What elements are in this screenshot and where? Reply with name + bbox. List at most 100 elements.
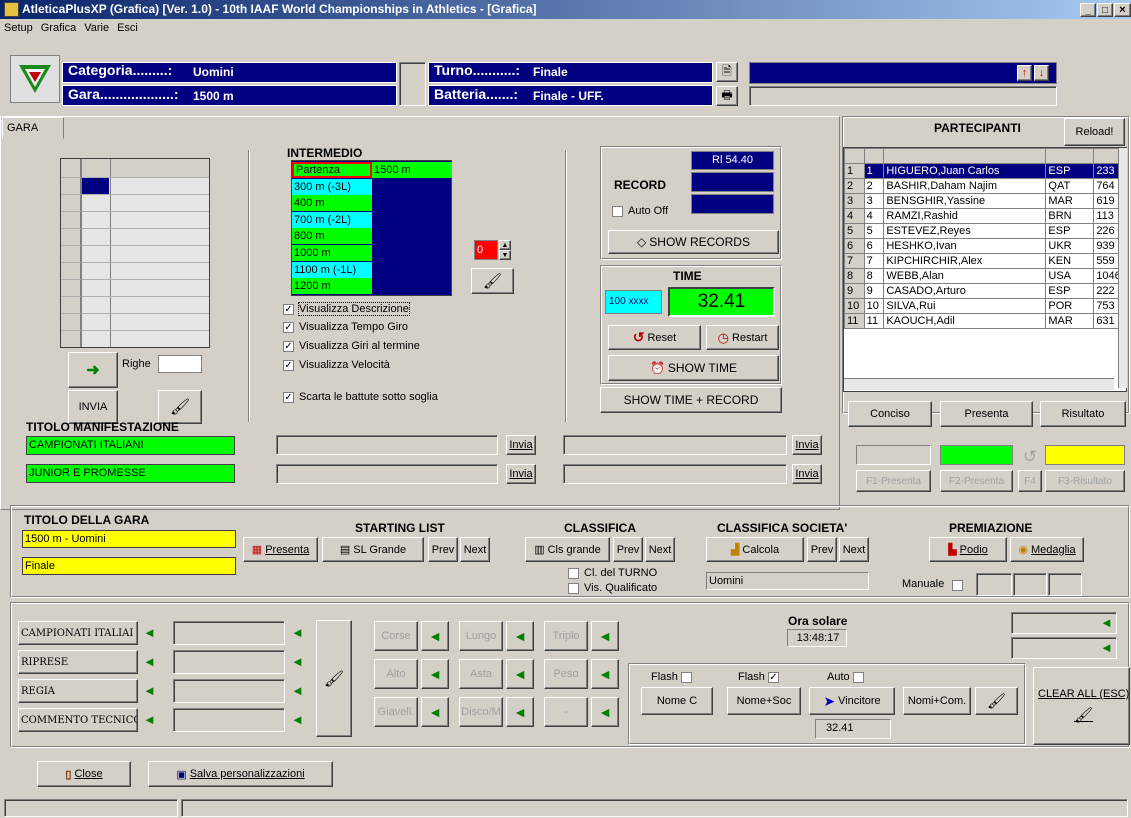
manif-field-4[interactable]	[563, 464, 787, 484]
cl-turno-check[interactable]: Cl. del TURNO	[568, 567, 657, 579]
vis-qual-box[interactable]	[568, 582, 579, 594]
invia-button-1[interactable]: Invia	[506, 435, 536, 455]
event-arrow-icon[interactable]: ◄	[506, 621, 534, 651]
manuale-field-3[interactable]	[1048, 573, 1082, 596]
categoria-value[interactable]: Uomini	[193, 65, 234, 79]
channel-field[interactable]	[173, 679, 285, 703]
intermedio-check[interactable]: ✓ Visualizza Tempo Giro	[283, 321, 408, 333]
close-window-button[interactable]: ×	[1114, 3, 1131, 17]
left-arrow-icon[interactable]: ◄	[143, 713, 156, 726]
manuale-field-2[interactable]	[1013, 573, 1047, 596]
bottom-brush-icon[interactable]: 🖌	[316, 620, 352, 737]
flash-brush-icon[interactable]: 🖌	[975, 687, 1018, 715]
event-button[interactable]: Corse	[374, 621, 418, 651]
flash-1-box[interactable]	[680, 671, 692, 683]
event-arrow-icon[interactable]: ◄	[506, 659, 534, 689]
vincitore-button[interactable]: ➤ Vincitore	[809, 687, 895, 715]
nome-c-button[interactable]: Nome C	[641, 687, 713, 715]
checkbox-icon[interactable]: ✓	[283, 340, 294, 352]
manif-field-1[interactable]	[276, 435, 498, 455]
partecipanti-row[interactable]: 7 7 KIPCHIRCHIR,Alex KEN 559	[844, 253, 1126, 269]
cls-next-button[interactable]: Next	[645, 537, 675, 562]
spin-down-icon[interactable]: ▼	[499, 250, 511, 260]
partecipanti-table[interactable]: 1 1 HIGUERO,Juan Carlos ESP 233 2 2 BASHIR,Daha…	[843, 147, 1127, 392]
partecipanti-row[interactable]: 1 1 HIGUERO,Juan Carlos ESP 233	[844, 163, 1126, 179]
event-arrow-icon[interactable]: ◄	[591, 621, 619, 651]
manif-field-3[interactable]	[276, 464, 498, 484]
soc-field[interactable]: Uomini	[706, 572, 869, 590]
event-arrow-icon[interactable]: ◄	[421, 697, 449, 727]
sl-grande-button[interactable]: ▤ SL Grande	[322, 537, 424, 562]
intermedio-row[interactable]: 1000 m	[292, 245, 452, 261]
soc-next-button[interactable]: Next	[839, 537, 869, 562]
titolo-gara-line-1[interactable]: 1500 m - Uomini	[22, 530, 236, 548]
event-button[interactable]: Alto	[374, 659, 418, 689]
event-arrow-icon[interactable]: ◄	[421, 659, 449, 689]
flash-2-box[interactable]: ✓	[767, 671, 779, 683]
manifestazione-line-2[interactable]: JUNIOR E PROMESSE	[26, 464, 235, 483]
intermedio-row[interactable]: 300 m (-3L)	[292, 178, 452, 195]
arrow-down-icon[interactable]: ↓	[1034, 65, 1049, 81]
partecipanti-vscrollbar[interactable]	[1118, 148, 1127, 388]
document-icon[interactable]: 🗎	[716, 62, 738, 82]
minimize-button[interactable]: _	[1080, 3, 1096, 17]
checkbox-icon[interactable]: ✓	[283, 303, 294, 315]
f3-risultato-button[interactable]: F3-Risultato	[1045, 470, 1125, 492]
vis-qual-check[interactable]: Vis. Qualificato	[568, 582, 657, 594]
checkbox-icon[interactable]: ✓	[283, 321, 294, 333]
event-button[interactable]: Triplo	[544, 621, 588, 651]
gara-value[interactable]: 1500 m	[193, 89, 234, 103]
podio-button[interactable]: ▙ Podio	[929, 537, 1007, 562]
invia-left-button[interactable]: INVIA	[68, 390, 118, 424]
conciso-button[interactable]: Conciso	[848, 401, 932, 427]
cl-turno-box[interactable]	[568, 567, 579, 579]
checkbox-icon[interactable]: ✓	[283, 391, 294, 403]
intermedio-check[interactable]: ✓ Visualizza Descrizione	[283, 302, 410, 316]
event-arrow-icon[interactable]: ◄	[421, 621, 449, 651]
partecipanti-hscrollbar[interactable]	[844, 378, 1114, 390]
intermedio-check[interactable]: ✓ Visualizza Giri al termine	[283, 340, 420, 352]
event-button[interactable]: Peso	[544, 659, 588, 689]
partecipanti-row[interactable]: 3 3 BENSGHIR,Yassine MAR 619	[844, 193, 1126, 209]
partecipanti-row[interactable]: 4 4 RAMZI,Rashid BRN 113	[844, 208, 1126, 224]
cls-prev-button[interactable]: Prev	[613, 537, 643, 562]
clear-all-button[interactable]: CLEAR ALL (ESC) 🖌	[1033, 667, 1130, 745]
invia-button-2[interactable]: Invia	[792, 435, 822, 455]
f2-presenta-button[interactable]: F2-Presenta	[940, 470, 1013, 492]
channel-field[interactable]	[173, 621, 285, 645]
menu-esci[interactable]: Esci	[117, 20, 138, 37]
presenta-button[interactable]: Presenta	[940, 401, 1033, 427]
titolo-gara-line-2[interactable]: Finale	[22, 557, 236, 575]
intermedio-brush-icon[interactable]: 🖌	[471, 268, 514, 294]
event-button[interactable]: Disco/M	[459, 697, 503, 727]
intermedio-row[interactable]: 400 m	[292, 195, 452, 212]
checkbox-icon[interactable]: ✓	[283, 359, 294, 371]
reset-button[interactable]: ↺ Reset	[608, 325, 701, 350]
invia-button-4[interactable]: Invia	[792, 464, 822, 484]
arrow-up-icon[interactable]: ↑	[1017, 65, 1032, 81]
partecipanti-row[interactable]: 11 11 KAOUCH,Adil MAR 631	[844, 313, 1126, 329]
sl-presenta-button[interactable]: ▦ Presenta	[243, 537, 318, 562]
partecipanti-row[interactable]: 10 10 SILVA,Rui POR 753	[844, 298, 1126, 314]
channel-button[interactable]: REGIA	[18, 679, 138, 703]
manifestazione-line-1[interactable]: CAMPIONATI ITALIANI	[26, 436, 235, 455]
sl-next-button[interactable]: Next	[460, 537, 490, 562]
batteria-value[interactable]: Finale - UFF.	[533, 89, 604, 103]
restart-button[interactable]: ◷ Restart	[706, 325, 779, 350]
intermedio-row[interactable]: 700 m (-2L)	[292, 211, 452, 228]
turno-value[interactable]: Finale	[533, 65, 568, 79]
left-arrow-icon[interactable]: ◄	[291, 713, 304, 726]
flash-2-check[interactable]: Flash ✓	[738, 671, 784, 683]
f4-button[interactable]: F4	[1018, 470, 1042, 492]
left-arrow-icon[interactable]: ◄	[143, 655, 156, 668]
nome-soc-button[interactable]: Nome+Soc	[727, 687, 801, 715]
left-arrow-icon[interactable]: ◄	[143, 626, 156, 639]
salva-button[interactable]: ▣ Salva personalizzazioni	[148, 761, 333, 787]
lap-grid-selected-cell[interactable]	[81, 178, 109, 195]
channel-button[interactable]: CAMPIONATI ITALIAI	[18, 621, 138, 645]
event-button[interactable]: Asta	[459, 659, 503, 689]
reload-button[interactable]: Reload!	[1064, 118, 1125, 146]
channel-field[interactable]	[173, 650, 285, 674]
right-arrow-icon-1[interactable]: ◄	[1100, 616, 1113, 629]
auto-off-check[interactable]: Auto Off	[612, 205, 668, 217]
